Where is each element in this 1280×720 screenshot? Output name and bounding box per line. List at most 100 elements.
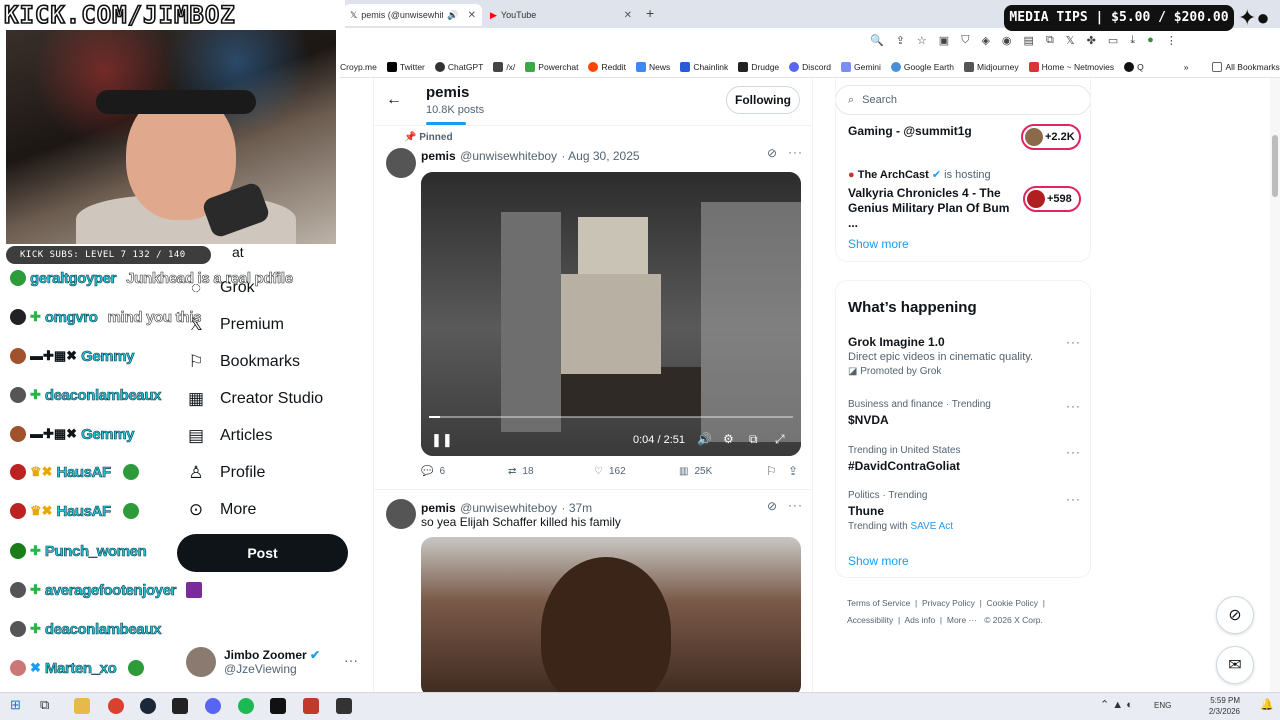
grok-icon[interactable]: ⊘ xyxy=(767,146,777,160)
all-bookmarks[interactable]: All Bookmarks xyxy=(1212,61,1280,72)
bookmark-discord[interactable]: Discord xyxy=(789,61,831,72)
extension-icon[interactable]: ▣ xyxy=(939,34,949,47)
nav-creator-studio[interactable]: ▦ Creator Studio xyxy=(186,384,323,414)
tweet[interactable]: pemis @unwisewhiteboy · 37m ⊘ ··· so yea… xyxy=(374,491,812,692)
discord-icon[interactable] xyxy=(205,698,221,714)
windows-start-icon[interactable]: ⊞ xyxy=(10,697,21,713)
tweet-time[interactable]: · 37m xyxy=(562,501,593,515)
clock[interactable]: 5:59 PM 2/3/2026 xyxy=(1200,695,1240,717)
repost-button[interactable]: ⇄ 18 xyxy=(508,466,534,477)
tweet-time[interactable]: · Aug 30, 2025 xyxy=(562,149,640,163)
bookmark-chatgpt[interactable]: ChatGPT xyxy=(434,61,483,72)
views-button[interactable]: ▥ 25K xyxy=(679,466,712,477)
avatar[interactable] xyxy=(386,148,416,178)
post-button[interactable]: Post xyxy=(177,534,348,572)
footer-link[interactable]: More ··· xyxy=(947,615,977,625)
bookmark-icon[interactable]: ⚐ xyxy=(766,464,777,478)
more-icon[interactable]: ··· xyxy=(1066,492,1081,506)
zoom-icon[interactable]: 🔍 xyxy=(870,34,884,47)
chrome-icon[interactable] xyxy=(108,698,124,714)
cast-icon[interactable]: ⇪ xyxy=(896,34,905,47)
bookmark-news[interactable]: News xyxy=(636,61,670,72)
show-more-link[interactable]: Show more xyxy=(848,554,909,568)
speaker-icon[interactable]: 🔊 xyxy=(447,10,458,21)
notification-icon[interactable]: 🔔 xyxy=(1260,698,1274,711)
tweet-author[interactable]: pemis xyxy=(421,501,456,515)
video-progress-track[interactable] xyxy=(429,416,793,418)
extension-icon[interactable]: ⧉ xyxy=(1046,34,1054,47)
bookmark-croyp[interactable]: Croyp.me xyxy=(340,62,377,72)
extension-icon[interactable]: ◉ xyxy=(1002,34,1012,47)
more-icon[interactable]: ··· xyxy=(788,145,803,159)
close-tab-icon[interactable]: ✕ xyxy=(468,10,476,21)
grok-float-button[interactable]: ⊘ xyxy=(1216,596,1254,634)
tweet-handle[interactable]: @unwisewhiteboy xyxy=(460,501,557,515)
back-arrow-icon[interactable]: ← xyxy=(386,91,402,109)
bookmark-midjourney[interactable]: Midjourney xyxy=(964,61,1019,72)
live-title[interactable]: Gaming - @summit1g xyxy=(848,124,972,138)
bookmark-gemini[interactable]: Gemini xyxy=(840,61,881,72)
file-explorer-icon[interactable] xyxy=(74,698,90,714)
bookmark-google-earth[interactable]: Google Earth xyxy=(890,61,954,72)
more-icon[interactable]: ··· xyxy=(1066,335,1081,349)
nav-profile[interactable]: ♙ Profile xyxy=(186,458,265,488)
tray-icons[interactable]: ⌃ ▲ ◐ xyxy=(1100,698,1133,711)
more-icon[interactable]: ··· xyxy=(344,652,358,668)
x-extension-icon[interactable]: 𝕏 xyxy=(1066,34,1075,47)
bookmark-chainlink[interactable]: Chainlink xyxy=(680,61,728,72)
bookmark-x-board[interactable]: /x/ xyxy=(493,61,515,72)
like-button[interactable]: ♡ 162 xyxy=(594,466,626,477)
tab-active[interactable]: 𝕏 pemis (@unwisewhiteboy) 🔊 ✕ xyxy=(344,4,482,26)
settings-icon[interactable]: ⚙ xyxy=(723,432,734,446)
messages-float-button[interactable]: ✉ xyxy=(1216,646,1254,684)
tweet[interactable]: 📌 Pinned pemis @unwisewhiteboy · Aug 30,… xyxy=(374,128,812,490)
new-tab-button[interactable]: + xyxy=(646,5,654,21)
app-icon[interactable] xyxy=(172,698,188,714)
trend-item[interactable]: Grok Imagine 1.0 Direct epic videos in c… xyxy=(848,335,1084,377)
tweet-handle[interactable]: @unwisewhiteboy xyxy=(460,149,557,163)
trend-item[interactable]: Politics · Trending Thune Trending with … xyxy=(848,490,953,532)
live-avatars[interactable]: +2.2K xyxy=(1021,124,1081,150)
avatar[interactable] xyxy=(386,499,416,529)
tweet-author[interactable]: pemis xyxy=(421,149,456,163)
tweet-image[interactable] xyxy=(421,537,801,692)
fullscreen-icon[interactable]: ⤢ xyxy=(775,432,785,447)
star-icon[interactable]: ☆ xyxy=(917,34,927,47)
shield-icon[interactable]: ⛉ xyxy=(961,34,969,47)
nav-bookmarks[interactable]: ⚐ Bookmarks xyxy=(186,347,300,377)
task-view-icon[interactable]: ⧉ xyxy=(40,697,49,713)
pip-icon[interactable]: ⧉ xyxy=(749,432,758,447)
show-more-link[interactable]: Show more xyxy=(848,237,909,251)
app-icon[interactable] xyxy=(336,698,352,714)
video-player[interactable]: ❚❚ 0:04 / 2:51 🔊 ⚙ ⧉ ⤢ xyxy=(421,172,801,456)
more-icon[interactable]: ··· xyxy=(1066,445,1081,459)
nav-more[interactable]: ⊙ More xyxy=(186,495,257,525)
pause-icon[interactable]: ❚❚ xyxy=(431,432,453,448)
spotify-icon[interactable] xyxy=(238,698,254,714)
trending-with-link[interactable]: SAVE Act xyxy=(910,521,953,532)
sidebar-icon[interactable]: ▭ xyxy=(1108,34,1118,47)
bookmark-reddit[interactable]: Reddit xyxy=(588,61,626,72)
puzzle-icon[interactable]: ✤ xyxy=(1087,34,1096,47)
menu-icon[interactable]: ⋮ xyxy=(1166,34,1177,47)
following-button[interactable]: Following xyxy=(726,86,800,114)
app-icon[interactable] xyxy=(303,698,319,714)
steam-icon[interactable] xyxy=(140,698,156,714)
scrollbar-thumb[interactable] xyxy=(1272,135,1278,197)
reply-button[interactable]: 💬 6 xyxy=(421,466,445,477)
language-indicator[interactable]: ENG xyxy=(1154,701,1171,710)
download-icon[interactable]: ⤓ xyxy=(1130,34,1135,47)
tab-youtube[interactable]: ▶ YouTube ✕ xyxy=(484,4,638,26)
live-avatars[interactable]: +598 xyxy=(1023,186,1081,212)
bookmark-drudge[interactable]: Drudge xyxy=(738,61,779,72)
extension-icon[interactable]: ◈ xyxy=(981,34,989,47)
share-icon[interactable]: ⇪ xyxy=(788,464,798,478)
more-icon[interactable]: ··· xyxy=(1066,399,1081,413)
live-title[interactable]: Valkyria Chronicles 4 - The Genius Milit… xyxy=(848,186,1018,231)
grok-icon[interactable]: ⊘ xyxy=(767,499,777,513)
footer-link[interactable]: Terms of Service xyxy=(847,598,910,608)
app-icon[interactable] xyxy=(270,698,286,714)
extension-icon[interactable]: ▤ xyxy=(1024,34,1034,47)
bookmark-powerchat[interactable]: Powerchat xyxy=(525,61,578,72)
trend-item[interactable]: Business and finance · Trending $NVDA xyxy=(848,399,991,427)
